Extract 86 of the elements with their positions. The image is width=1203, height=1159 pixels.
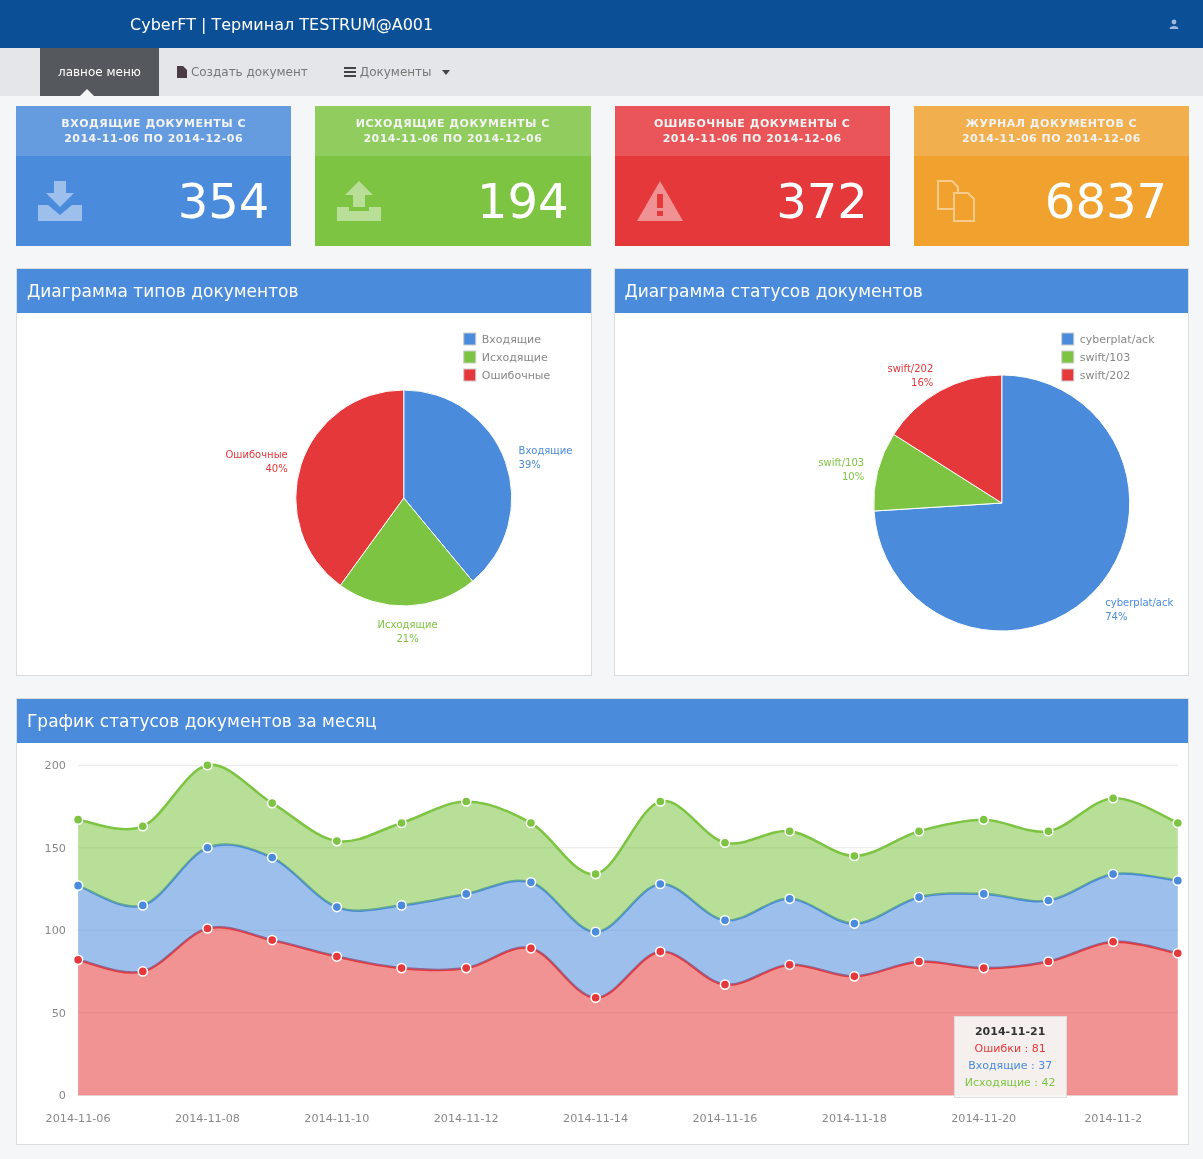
file-icon — [176, 66, 187, 78]
slice-percent: 10% — [841, 470, 864, 482]
slice-label: cyberplat/ack — [1104, 596, 1173, 608]
legend-swatch — [1060, 332, 1074, 346]
x-tick-label: 2014-11-18 — [821, 1111, 887, 1125]
slice-label: swift/103 — [817, 456, 864, 468]
card-count: 372 — [776, 173, 868, 229]
panel-title: График статусов документов за месяц — [27, 711, 377, 731]
nav-tab[interactable]: Создать документ — [158, 48, 326, 96]
data-point — [266, 797, 278, 809]
tooltip-line: Исходящие : 42 — [964, 1075, 1056, 1089]
slice-label: Ошибочные — [225, 448, 288, 460]
tooltip-line: Входящие : 37 — [968, 1058, 1053, 1072]
x-tick-label: 2014-11-20 — [951, 1111, 1017, 1125]
y-tick-label: 100 — [44, 924, 66, 938]
legend-label: Исходящие — [481, 351, 548, 364]
data-point — [654, 796, 666, 807]
stat-card[interactable]: ИСХОДЯЩИЕ ДОКУМЕНТЫ С 2014-11-06 ПО 2014-12-06 194 — [315, 106, 591, 246]
legend-label: swift/202 — [1079, 369, 1130, 382]
data-point — [1107, 792, 1119, 804]
card-title: ОШИБОЧНЫЕ ДОКУМЕНТЫ С — [653, 117, 851, 130]
download-icon — [38, 181, 82, 221]
legend-label: cyberplat/ack — [1079, 333, 1155, 346]
legend-swatch — [463, 368, 477, 382]
stat-card[interactable]: ОШИБОЧНЫЕ ДОКУМЕНТЫ С 2014-11-06 ПО 2014-12-06 372 — [614, 106, 890, 246]
card-period: 2014-11-06 ПО 2014-12-06 — [662, 132, 842, 145]
data-point — [784, 825, 796, 837]
user-icon[interactable] — [1169, 19, 1179, 29]
slice-percent: 39% — [518, 458, 541, 470]
legend-swatch — [463, 332, 477, 346]
nav-tab[interactable]: Документы — [325, 48, 468, 96]
slice-label: Исходящие — [377, 618, 438, 630]
card-count: 6837 — [1044, 173, 1167, 229]
x-tick-label: 2014-11-12 — [433, 1111, 499, 1125]
data-point — [913, 825, 925, 837]
panel-title: Диаграмма статусов документов — [624, 281, 923, 301]
slice-label: swift/202 — [886, 362, 933, 374]
slice-percent: 21% — [396, 632, 419, 644]
tooltip-date: 2014-11-21 — [974, 1024, 1046, 1038]
data-point — [1172, 817, 1184, 829]
upload-icon — [337, 181, 382, 221]
list-icon — [343, 67, 356, 77]
data-point — [525, 817, 537, 829]
stat-card[interactable]: ВХОДЯЩИЕ ДОКУМЕНТЫ С 2014-11-06 ПО 2014-12-06 354 — [16, 106, 292, 246]
warning-icon — [636, 181, 683, 221]
data-point — [72, 814, 84, 825]
stat-card[interactable]: ЖУРНАЛ ДОКУМЕНТОВ С 2014-11-06 ПО 2014-12-06 6837 — [913, 106, 1189, 246]
nav-tab[interactable]: лавное меню — [40, 48, 159, 96]
x-tick-label: 2014-11-08 — [174, 1111, 240, 1125]
tooltip-line: Ошибки : 81 — [974, 1041, 1046, 1055]
card-title: ЖУРНАЛ ДОКУМЕНТОВ С — [965, 117, 1138, 130]
data-point — [460, 796, 472, 807]
y-tick-label: 0 — [58, 1089, 66, 1103]
slice-percent: 16% — [910, 376, 933, 388]
x-tick-label: 2014-11-2 — [1084, 1111, 1143, 1125]
card-period: 2014-11-06 ПО 2014-12-06 — [961, 132, 1141, 145]
legend-label: Ошибочные — [481, 369, 551, 382]
x-tick-label: 2014-11-06 — [45, 1111, 111, 1125]
data-point — [137, 820, 149, 832]
data-point — [396, 817, 407, 829]
card-title: ВХОДЯЩИЕ ДОКУМЕНТЫ С — [61, 117, 246, 130]
data-point — [1043, 825, 1054, 837]
x-tick-label: 2014-11-10 — [304, 1111, 370, 1125]
slice-label: Входящие — [518, 444, 573, 456]
legend-label: Входящие — [481, 333, 542, 346]
legend-swatch — [463, 350, 477, 364]
legend-swatch — [1060, 368, 1074, 382]
card-period: 2014-11-06 ПО 2014-12-06 — [363, 132, 543, 145]
caret-icon — [441, 69, 450, 75]
y-tick-label: 50 — [51, 1006, 66, 1020]
legend-swatch — [1060, 350, 1074, 364]
legend-label: swift/103 — [1079, 351, 1130, 364]
panel-title: Диаграмма типов документов — [27, 281, 299, 301]
y-tick-label: 150 — [44, 841, 66, 855]
card-count: 354 — [177, 173, 270, 229]
x-tick-label: 2014-11-16 — [692, 1111, 758, 1125]
app-title: CyberFT | Терминал TESTRUM@A001 — [130, 14, 434, 34]
card-title: ИСХОДЯЩИЕ ДОКУМЕНТЫ С — [355, 117, 550, 130]
x-tick-label: 2014-11-14 — [563, 1111, 629, 1125]
data-point — [978, 814, 990, 825]
card-count: 194 — [476, 173, 569, 229]
card-period: 2014-11-06 ПО 2014-12-06 — [64, 132, 244, 145]
slice-percent: 40% — [265, 462, 288, 474]
y-tick-label: 200 — [44, 759, 66, 773]
slice-percent: 74% — [1104, 610, 1127, 622]
data-point — [202, 759, 213, 771]
